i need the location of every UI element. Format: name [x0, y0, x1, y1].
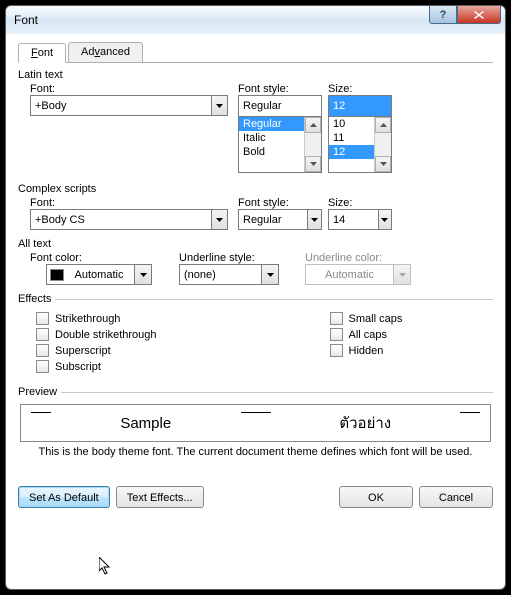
latin-font-combo[interactable] [30, 95, 228, 116]
latin-style-list[interactable]: Regular Italic Bold [238, 116, 322, 173]
complex-style-combo[interactable] [238, 209, 322, 230]
font-color-value: Automatic [64, 269, 134, 281]
superscript-checkbox[interactable] [36, 344, 49, 357]
set-as-default-button[interactable]: Set As Default [18, 486, 110, 508]
small-caps-checkbox[interactable] [330, 312, 343, 325]
latin-font-input[interactable] [31, 96, 211, 115]
font-color-combo[interactable]: Automatic [46, 264, 152, 285]
scrollbar[interactable] [304, 117, 321, 172]
underline-style-label: Underline style: [179, 252, 279, 264]
double-strikethrough-label: Double strikethrough [55, 329, 157, 341]
latin-style-input[interactable] [239, 96, 321, 116]
window-title: Font [14, 13, 38, 27]
dropdown-arrow-icon[interactable] [211, 96, 227, 115]
preview-description: This is the body theme font. The current… [18, 446, 493, 458]
complex-scripts-label: Complex scripts [18, 183, 493, 195]
underline-color-value: Automatic [306, 269, 393, 281]
complex-style-input[interactable] [239, 210, 307, 229]
scroll-down-icon[interactable] [305, 156, 321, 172]
complex-size-input[interactable] [329, 210, 378, 229]
font-style-label: Font style: [238, 83, 322, 95]
dropdown-arrow-icon[interactable] [378, 210, 391, 229]
subscript-checkbox[interactable] [36, 360, 49, 373]
scroll-down-icon[interactable] [375, 156, 391, 172]
preview-sample-latin: Sample [61, 415, 231, 432]
latin-size-input[interactable] [329, 96, 391, 116]
strikethrough-label: Strikethrough [55, 313, 120, 325]
tab-font[interactable]: Font [18, 43, 66, 63]
strikethrough-checkbox[interactable] [36, 312, 49, 325]
cancel-button[interactable]: Cancel [419, 486, 493, 508]
all-caps-checkbox[interactable] [330, 328, 343, 341]
complex-style-label: Font style: [238, 197, 322, 209]
latin-size-input-wrap [328, 95, 392, 116]
complex-size-label: Size: [328, 197, 392, 209]
effects-group: Effects Strikethrough Double strikethrou… [18, 293, 493, 376]
dropdown-arrow-icon[interactable] [211, 210, 227, 229]
complex-font-label: Font: [30, 197, 228, 209]
font-color-label: Font color: [30, 252, 153, 264]
font-label: Font: [30, 83, 228, 95]
underline-style-value: (none) [180, 269, 261, 281]
ok-button[interactable]: OK [339, 486, 413, 508]
subscript-label: Subscript [55, 361, 101, 373]
effects-legend: Effects [18, 293, 55, 305]
complex-font-input[interactable] [31, 210, 211, 229]
underline-style-combo[interactable]: (none) [179, 264, 279, 285]
latin-style-input-wrap [238, 95, 322, 116]
dropdown-arrow-icon [393, 265, 410, 284]
double-strikethrough-checkbox[interactable] [36, 328, 49, 341]
help-button[interactable]: ? [429, 6, 457, 24]
scroll-up-icon[interactable] [305, 117, 321, 133]
superscript-label: Superscript [55, 345, 111, 357]
preview-group: Preview Sample ตัวอย่าง This is the body… [18, 386, 493, 468]
color-swatch-icon [50, 269, 64, 281]
preview-box: Sample ตัวอย่าง [20, 404, 491, 442]
preview-sample-complex: ตัวอย่าง [281, 411, 451, 435]
text-effects-button[interactable]: Text Effects... [116, 486, 204, 508]
close-button[interactable] [457, 6, 501, 24]
underline-color-label: Underline color: [305, 252, 411, 264]
hidden-label: Hidden [349, 345, 384, 357]
font-dialog: Font ? Font Advanced Latin text Font: Fo… [5, 5, 506, 590]
all-text-label: All text [18, 238, 493, 250]
hidden-checkbox[interactable] [330, 344, 343, 357]
titlebar[interactable]: Font ? [6, 6, 505, 34]
all-caps-label: All caps [349, 329, 388, 341]
dropdown-arrow-icon[interactable] [261, 265, 278, 284]
dropdown-arrow-icon[interactable] [134, 265, 151, 284]
complex-font-combo[interactable] [30, 209, 228, 230]
complex-size-combo[interactable] [328, 209, 392, 230]
latin-size-list[interactable]: 10 11 12 [328, 116, 392, 173]
preview-legend: Preview [18, 386, 61, 398]
scrollbar[interactable] [374, 117, 391, 172]
latin-text-label: Latin text [18, 69, 493, 81]
scroll-up-icon[interactable] [375, 117, 391, 133]
tab-advanced[interactable]: Advanced [68, 42, 143, 62]
dropdown-arrow-icon[interactable] [307, 210, 321, 229]
tab-strip: Font Advanced [18, 42, 493, 63]
size-label: Size: [328, 83, 392, 95]
small-caps-label: Small caps [349, 313, 403, 325]
underline-color-combo: Automatic [305, 264, 411, 285]
